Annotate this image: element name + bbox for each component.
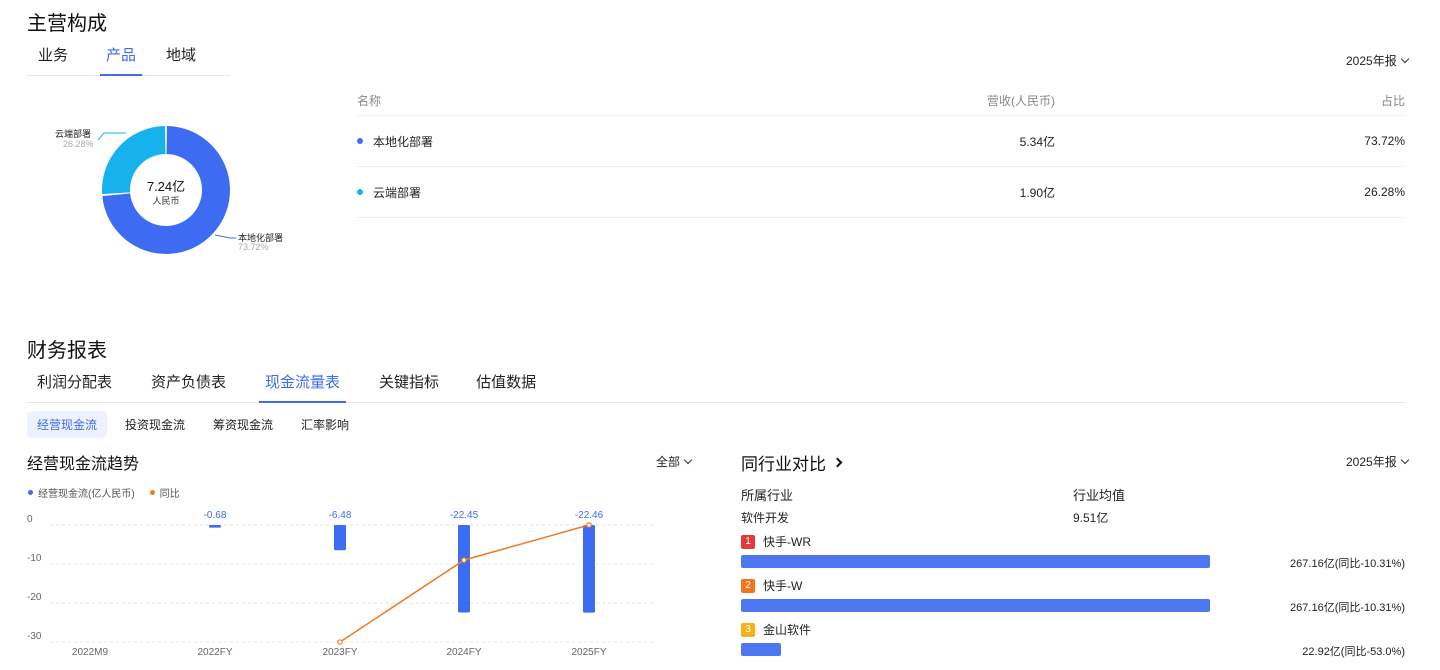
legend-bar-marker xyxy=(28,490,33,495)
donut-pct-local: 73.72% xyxy=(238,242,269,252)
bar-data-label: -22.46 xyxy=(575,510,604,521)
composition-title: 主营构成 xyxy=(27,13,107,35)
peer-item-3[interactable]: 3 金山软件 xyxy=(741,621,811,638)
cashflow-bar[interactable] xyxy=(334,525,346,551)
peer-amount: 267.16亿(同比-10.31%) xyxy=(1290,558,1405,570)
donut-pct-cloud: 26.28% xyxy=(63,139,94,149)
y-tick-label: -10 xyxy=(27,553,42,564)
row-name: 本地化部署 xyxy=(373,134,434,149)
peer-bar xyxy=(741,643,781,656)
x-tick-label: 2024FY xyxy=(446,647,481,658)
tab-income-statement[interactable]: 利润分配表 xyxy=(37,371,112,402)
peer-bar xyxy=(741,599,1210,612)
x-tick-label: 2022FY xyxy=(197,647,232,658)
peer-company-name: 快手-W xyxy=(763,579,803,593)
header-name: 名称 xyxy=(357,94,382,108)
x-tick-label: 2022M9 xyxy=(72,647,109,658)
peer-company-name: 快手-WR xyxy=(763,535,811,549)
trend-title: 经营现金流趋势 xyxy=(27,456,140,473)
leader-line-cloud xyxy=(97,132,126,141)
peer-title: 同行业对比 xyxy=(741,455,826,474)
composition-tabs: 业务 产品 地域 xyxy=(27,44,230,76)
peer-amount: 267.16亿(同比-10.31%) xyxy=(1290,602,1405,614)
peer-company-name: 金山软件 xyxy=(763,623,812,637)
row-name: 云端部署 xyxy=(373,185,422,200)
peer-comparison-link[interactable]: 同行业对比 xyxy=(741,450,843,475)
legend-bar-label: 经营现金流(亿人民币) xyxy=(38,489,135,500)
peer-item-2[interactable]: 2 快手-W xyxy=(741,577,802,594)
y-tick-label: 0 xyxy=(27,514,33,525)
table-row: 云端部署 1.90亿 26.28% xyxy=(357,167,1405,218)
tab-balance-sheet[interactable]: 资产负债表 xyxy=(151,371,226,402)
yoy-point[interactable] xyxy=(337,639,343,645)
rank-badge: 1 xyxy=(741,534,755,549)
donut-center-unit: 人民币 xyxy=(152,196,180,206)
chevron-right-icon xyxy=(832,457,843,468)
composition-table: 名称 营收(人民币) 占比 本地化部署 5.34亿 73.72% 云端部署 1.… xyxy=(357,86,1405,218)
donut-center-value: 7.24亿 xyxy=(146,179,186,194)
peer-period-select[interactable]: 2025年报 xyxy=(1346,453,1409,470)
chart-legend: 经营现金流(亿人民币) 同比 xyxy=(28,485,180,500)
bar-data-label: -22.45 xyxy=(450,510,479,521)
period-label: 2025年报 xyxy=(1346,54,1397,68)
financials-tabs: 利润分配表 资产负债表 现金流量表 关键指标 估值数据 xyxy=(27,371,1405,403)
subtab-investing[interactable]: 投资现金流 xyxy=(115,411,195,438)
industry-value: 软件开发 xyxy=(741,511,790,525)
tab-cash-flow[interactable]: 现金流量表 xyxy=(259,371,347,403)
tab-business[interactable]: 业务 xyxy=(38,44,68,75)
tab-key-metrics[interactable]: 关键指标 xyxy=(379,371,439,402)
cashflow-subtabs: 经营现金流 投资现金流 筹资现金流 汇率影响 xyxy=(27,411,359,438)
table-header: 名称 营收(人民币) 占比 xyxy=(357,86,1405,116)
tab-product[interactable]: 产品 xyxy=(100,44,143,76)
row-pct: 26.28% xyxy=(1364,185,1405,199)
yoy-point[interactable] xyxy=(461,557,467,563)
peer-item-1[interactable]: 1 快手-WR xyxy=(741,533,811,550)
industry-avg-value: 9.51亿 xyxy=(1073,511,1109,525)
row-pct: 73.72% xyxy=(1364,134,1405,148)
industry-label: 所属行业 xyxy=(741,488,794,503)
period-label: 2025年报 xyxy=(1346,455,1397,469)
series-dot xyxy=(357,138,363,144)
row-revenue: 1.90亿 xyxy=(1019,185,1055,200)
legend-line-label: 同比 xyxy=(159,489,180,500)
y-tick-label: -20 xyxy=(27,592,42,603)
chevron-down-icon xyxy=(683,455,693,464)
y-tick-label: -30 xyxy=(27,631,42,642)
header-revenue: 营收(人民币) xyxy=(987,94,1055,108)
cashflow-bar[interactable] xyxy=(458,525,470,613)
cashflow-bar[interactable] xyxy=(209,525,221,528)
row-revenue: 5.34亿 xyxy=(1019,134,1055,149)
peer-amount: 22.92亿(同比-53.0%) xyxy=(1302,646,1405,658)
bar-data-label: -0.68 xyxy=(204,510,227,521)
series-dot xyxy=(357,189,363,195)
financials-title: 财务报表 xyxy=(27,340,107,362)
peer-bar xyxy=(741,555,1210,568)
yoy-point[interactable] xyxy=(586,522,592,528)
legend-line-marker xyxy=(149,490,155,495)
filter-label: 全部 xyxy=(656,455,681,469)
chevron-down-icon xyxy=(1400,54,1409,63)
subtab-operating[interactable]: 经营现金流 xyxy=(27,411,108,438)
leader-line-local xyxy=(214,234,236,239)
tab-region[interactable]: 地域 xyxy=(166,44,196,75)
tab-valuation[interactable]: 估值数据 xyxy=(476,371,536,402)
x-tick-label: 2025FY xyxy=(571,647,606,658)
industry-avg-label: 行业均值 xyxy=(1073,488,1126,503)
subtab-fx[interactable]: 汇率影响 xyxy=(291,411,359,438)
x-tick-label: 2023FY xyxy=(322,647,357,658)
chevron-down-icon xyxy=(1400,455,1409,464)
subtab-financing[interactable]: 筹资现金流 xyxy=(203,411,283,438)
table-row: 本地化部署 5.34亿 73.72% xyxy=(357,116,1405,167)
header-pct: 占比 xyxy=(1380,94,1405,108)
cashflow-trend-chart: 0 -10 -20 -30 2022M9 2022FY 2023FY 2024FY 2025FY… xyxy=(27,510,655,658)
rank-badge: 2 xyxy=(741,578,755,593)
composition-period-select[interactable]: 2025年报 xyxy=(1346,52,1409,69)
bar-data-label: -6.48 xyxy=(329,510,352,521)
trend-filter-select[interactable]: 全部 xyxy=(656,453,693,470)
cashflow-bar[interactable] xyxy=(583,525,595,613)
rank-badge: 3 xyxy=(741,622,755,637)
